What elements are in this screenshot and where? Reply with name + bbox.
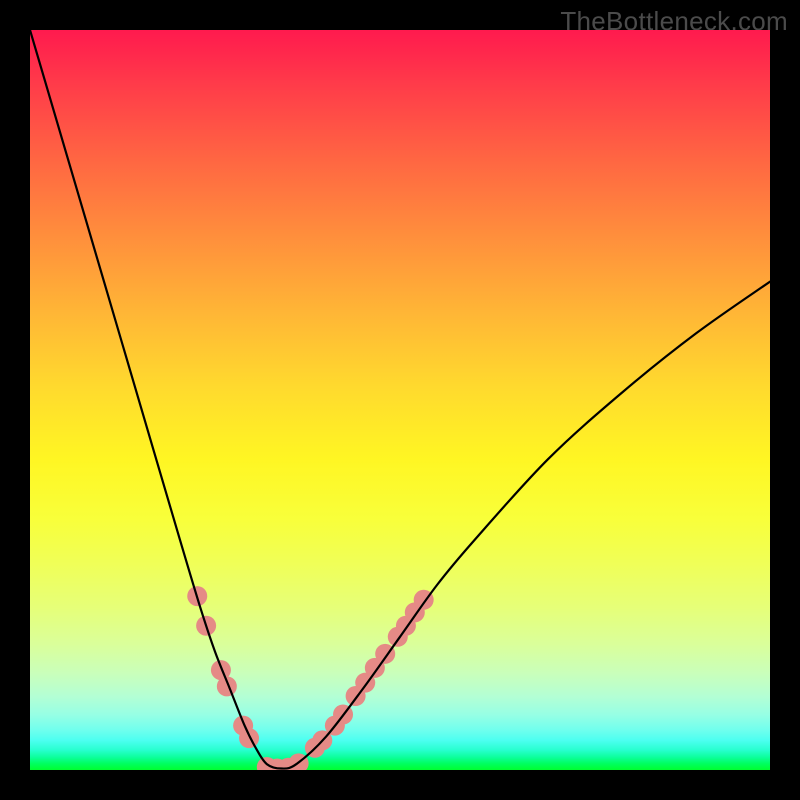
bottleneck-curve: [30, 30, 770, 769]
highlight-dots-layer: [187, 586, 433, 770]
chart-svg: [30, 30, 770, 770]
highlight-dot: [239, 728, 259, 748]
chart-frame: TheBottleneck.com: [0, 0, 800, 800]
plot-area: [30, 30, 770, 770]
